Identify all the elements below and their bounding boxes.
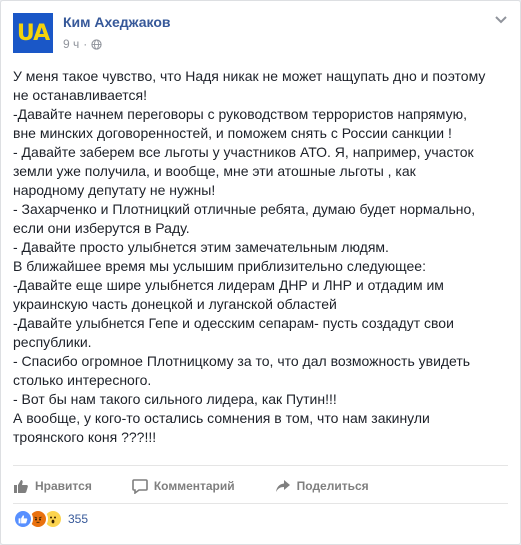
like-button[interactable]: Нравится [13,478,92,494]
post-text-line: - Спасибо огромное Плотницкому за то, чт… [13,353,471,369]
globe-icon[interactable] [91,38,102,50]
post-text-line: земли уже получила, и вообще, мне эти ат… [13,163,416,179]
chevron-down-icon[interactable] [494,15,508,25]
post-time[interactable]: 9 ч [63,37,79,51]
share-icon [275,480,290,492]
divider [13,465,508,466]
post-text-line: -Давайте еще шире улыбнется лидерам ДНР … [13,277,444,293]
like-label: Нравится [35,479,92,493]
post-text-line: республики. [13,334,92,350]
post-text-line: вне минских договоренностей, и поможем с… [13,125,452,141]
post-text-line: столько интересного. [13,372,152,388]
share-button[interactable]: Поделиться [275,478,369,494]
reactions-bar[interactable]: 355 [13,509,88,529]
author-name[interactable]: Ким Ахеджаков [63,14,170,30]
post-text-line: - Давайте заберем все льготы у участнико… [13,144,474,160]
post-text-line: -Давайте начнем переговоры с руководство… [13,106,467,122]
post-meta: 9 ч · [63,37,102,51]
comment-label: Комментарий [153,479,235,493]
post-text-line: если они изберутся в Раду. [13,220,190,236]
post-actions: Нравится Комментарий Поделиться [13,473,508,499]
post-text-line: В ближайшее время мы услышим приблизител… [13,258,426,274]
comment-button[interactable]: Комментарий [132,478,235,494]
post-text-line: троянского коня ???!!! [13,429,157,445]
avatar-text: UA [16,20,50,46]
post-text-line: украинскую часть донецкой и луганской об… [13,296,337,312]
divider [13,503,508,504]
post-text-line: - Давайте просто улыбнется этим замечате… [13,239,389,255]
comment-icon [132,479,148,494]
share-label: Поделиться [296,479,369,493]
thumbs-up-icon [14,480,28,493]
post-text-line: А вообще, у кого-то остались сомнения в … [13,410,430,426]
post-text-line: - Захарченко и Плотницкий отличные ребят… [13,201,476,217]
post-text-line: -Давайте улыбнется Гепе и одесским сепар… [13,315,454,331]
like-reaction-icon [13,509,33,529]
post-card: UA Ким Ахеджаков 9 ч · У меня такое чувс… [0,0,521,545]
reaction-count[interactable]: 355 [68,512,88,526]
post-text-line: народному депутату не нужны! [13,182,216,198]
post-text-line: У меня такое чувство, что Надя никак не … [13,68,486,84]
post-text-line: не останавливается! [13,87,147,103]
meta-separator: · [83,37,88,51]
post-text: У меня такое чувство, что Надя никак не … [13,67,511,447]
avatar[interactable]: UA [13,13,53,53]
post-text-line: - Вот бы нам такого сильного лидера, как… [13,391,337,407]
